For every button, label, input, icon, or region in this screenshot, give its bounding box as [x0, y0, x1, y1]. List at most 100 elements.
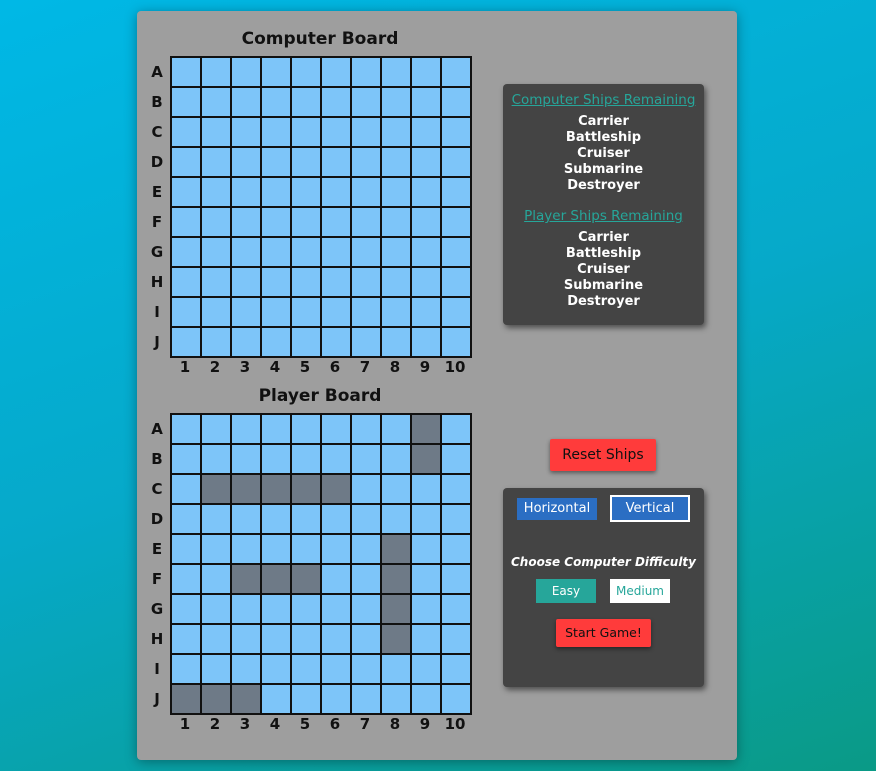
computer-cell-g1[interactable] — [171, 237, 201, 267]
computer-cell-d2[interactable] — [201, 147, 231, 177]
player-cell-f1[interactable] — [171, 564, 201, 594]
player-cell-a5[interactable] — [291, 414, 321, 444]
player-cell-i2[interactable] — [201, 654, 231, 684]
player-cell-d7[interactable] — [351, 504, 381, 534]
player-cell-j8[interactable] — [381, 684, 411, 714]
player-cell-h3[interactable] — [231, 624, 261, 654]
computer-cell-i8[interactable] — [381, 297, 411, 327]
player-cell-a7[interactable] — [351, 414, 381, 444]
computer-cell-d9[interactable] — [411, 147, 441, 177]
computer-cell-h6[interactable] — [321, 267, 351, 297]
player-cell-i5[interactable] — [291, 654, 321, 684]
player-cell-b9[interactable] — [411, 444, 441, 474]
player-cell-f10[interactable] — [441, 564, 471, 594]
player-cell-h5[interactable] — [291, 624, 321, 654]
player-cell-a4[interactable] — [261, 414, 291, 444]
computer-cell-b2[interactable] — [201, 87, 231, 117]
computer-cell-g8[interactable] — [381, 237, 411, 267]
computer-cell-a4[interactable] — [261, 57, 291, 87]
player-cell-j5[interactable] — [291, 684, 321, 714]
computer-cell-i1[interactable] — [171, 297, 201, 327]
player-cell-d4[interactable] — [261, 504, 291, 534]
player-cell-h2[interactable] — [201, 624, 231, 654]
computer-cell-j1[interactable] — [171, 327, 201, 357]
player-cell-j4[interactable] — [261, 684, 291, 714]
computer-cell-b10[interactable] — [441, 87, 471, 117]
player-cell-j2[interactable] — [201, 684, 231, 714]
computer-cell-e5[interactable] — [291, 177, 321, 207]
computer-cell-h1[interactable] — [171, 267, 201, 297]
computer-cell-c9[interactable] — [411, 117, 441, 147]
player-cell-g7[interactable] — [351, 594, 381, 624]
computer-cell-i4[interactable] — [261, 297, 291, 327]
player-cell-e3[interactable] — [231, 534, 261, 564]
player-cell-f5[interactable] — [291, 564, 321, 594]
player-cell-c4[interactable] — [261, 474, 291, 504]
computer-cell-e6[interactable] — [321, 177, 351, 207]
player-cell-b2[interactable] — [201, 444, 231, 474]
player-cell-g4[interactable] — [261, 594, 291, 624]
computer-cell-c4[interactable] — [261, 117, 291, 147]
player-cell-c5[interactable] — [291, 474, 321, 504]
player-cell-h7[interactable] — [351, 624, 381, 654]
computer-cell-h2[interactable] — [201, 267, 231, 297]
computer-cell-i3[interactable] — [231, 297, 261, 327]
reset-ships-button[interactable]: Reset Ships — [550, 439, 656, 471]
computer-cell-a6[interactable] — [321, 57, 351, 87]
player-cell-f3[interactable] — [231, 564, 261, 594]
computer-cell-a5[interactable] — [291, 57, 321, 87]
computer-cell-f7[interactable] — [351, 207, 381, 237]
computer-cell-i2[interactable] — [201, 297, 231, 327]
player-cell-b8[interactable] — [381, 444, 411, 474]
computer-cell-g9[interactable] — [411, 237, 441, 267]
computer-cell-d1[interactable] — [171, 147, 201, 177]
player-cell-f6[interactable] — [321, 564, 351, 594]
computer-cell-g2[interactable] — [201, 237, 231, 267]
player-cell-d5[interactable] — [291, 504, 321, 534]
player-cell-c1[interactable] — [171, 474, 201, 504]
player-cell-e8[interactable] — [381, 534, 411, 564]
player-cell-f8[interactable] — [381, 564, 411, 594]
computer-cell-i5[interactable] — [291, 297, 321, 327]
computer-cell-j4[interactable] — [261, 327, 291, 357]
computer-cell-i10[interactable] — [441, 297, 471, 327]
player-cell-b6[interactable] — [321, 444, 351, 474]
player-cell-f4[interactable] — [261, 564, 291, 594]
medium-button[interactable]: Medium — [610, 579, 670, 603]
player-cell-j3[interactable] — [231, 684, 261, 714]
player-cell-a10[interactable] — [441, 414, 471, 444]
computer-cell-h9[interactable] — [411, 267, 441, 297]
player-cell-c3[interactable] — [231, 474, 261, 504]
player-cell-j9[interactable] — [411, 684, 441, 714]
computer-cell-f4[interactable] — [261, 207, 291, 237]
computer-cell-f5[interactable] — [291, 207, 321, 237]
computer-cell-e8[interactable] — [381, 177, 411, 207]
player-cell-d1[interactable] — [171, 504, 201, 534]
start-game-button[interactable]: Start Game! — [556, 619, 651, 647]
computer-cell-h7[interactable] — [351, 267, 381, 297]
computer-cell-f10[interactable] — [441, 207, 471, 237]
computer-cell-j10[interactable] — [441, 327, 471, 357]
player-cell-a6[interactable] — [321, 414, 351, 444]
easy-button[interactable]: Easy — [536, 579, 596, 603]
computer-cell-d7[interactable] — [351, 147, 381, 177]
computer-cell-h4[interactable] — [261, 267, 291, 297]
computer-cell-g5[interactable] — [291, 237, 321, 267]
player-cell-g5[interactable] — [291, 594, 321, 624]
computer-cell-j2[interactable] — [201, 327, 231, 357]
player-cell-g9[interactable] — [411, 594, 441, 624]
computer-cell-b1[interactable] — [171, 87, 201, 117]
computer-cell-i6[interactable] — [321, 297, 351, 327]
player-cell-e1[interactable] — [171, 534, 201, 564]
player-cell-d3[interactable] — [231, 504, 261, 534]
computer-cell-f2[interactable] — [201, 207, 231, 237]
player-cell-d6[interactable] — [321, 504, 351, 534]
player-cell-c6[interactable] — [321, 474, 351, 504]
player-cell-d10[interactable] — [441, 504, 471, 534]
vertical-button[interactable]: Vertical — [610, 495, 690, 522]
player-cell-h10[interactable] — [441, 624, 471, 654]
player-cell-f9[interactable] — [411, 564, 441, 594]
computer-cell-a8[interactable] — [381, 57, 411, 87]
computer-cell-f9[interactable] — [411, 207, 441, 237]
player-cell-h1[interactable] — [171, 624, 201, 654]
